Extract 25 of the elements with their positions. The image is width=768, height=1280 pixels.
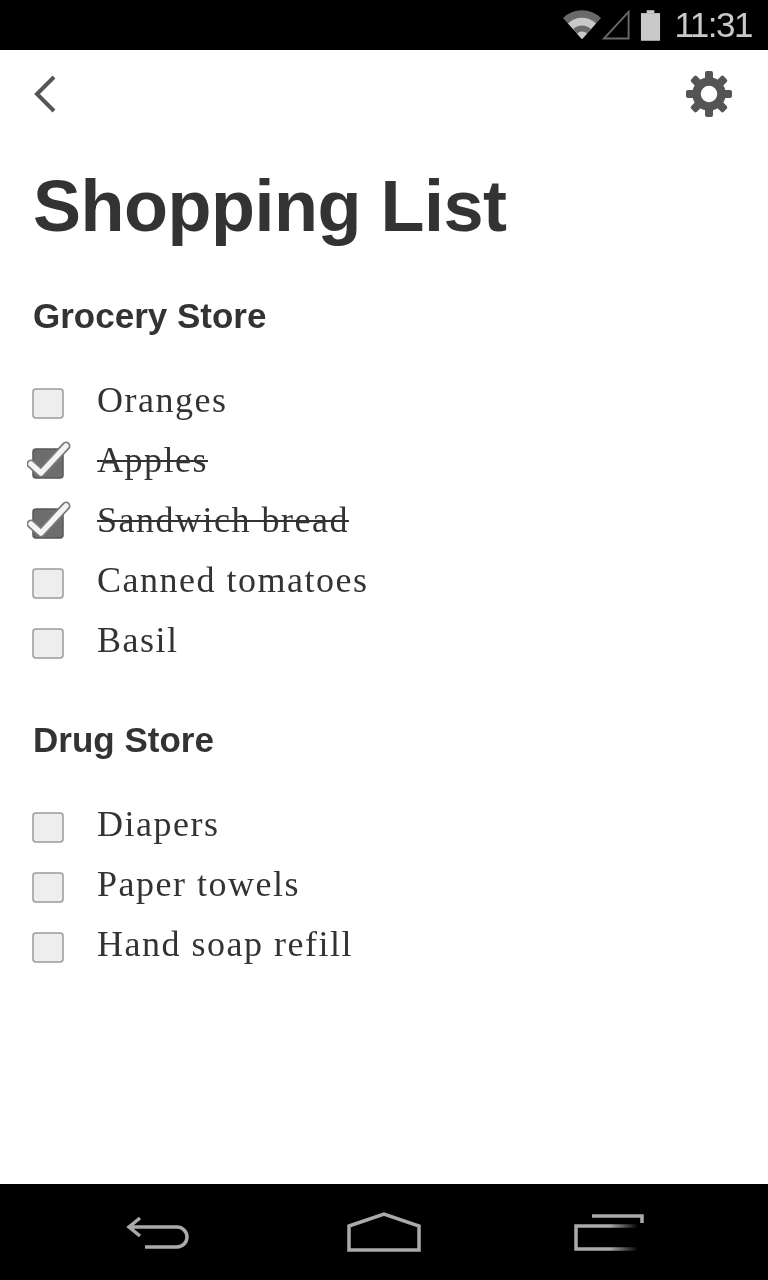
battery-icon bbox=[639, 9, 661, 41]
home-icon bbox=[347, 1212, 421, 1252]
chevron-left-icon bbox=[33, 74, 57, 114]
back-button[interactable] bbox=[33, 74, 57, 114]
checkbox[interactable] bbox=[27, 440, 71, 480]
checkbox[interactable] bbox=[27, 500, 71, 540]
settings-button[interactable] bbox=[686, 71, 732, 117]
section-heading: Drug Store bbox=[33, 719, 215, 761]
settings-icon bbox=[686, 71, 732, 117]
item-label: Sandwich bread bbox=[97, 499, 349, 541]
section-heading: Grocery Store bbox=[33, 295, 268, 337]
item-label: Canned tomatoes bbox=[97, 559, 369, 601]
signal-icon bbox=[601, 10, 630, 40]
home-nav-button[interactable] bbox=[347, 1212, 421, 1252]
item-label: Basil bbox=[97, 619, 179, 661]
item-label: Apples bbox=[97, 439, 208, 481]
item-label: Hand soap refill bbox=[97, 923, 353, 965]
page-title: Shopping List bbox=[33, 165, 508, 248]
wifi-icon bbox=[561, 10, 602, 40]
item-label: Oranges bbox=[97, 379, 228, 421]
recents-icon bbox=[574, 1213, 644, 1251]
clock-time: 11:31 bbox=[674, 5, 752, 45]
recents-nav-button[interactable] bbox=[574, 1213, 644, 1251]
item-label: Paper towels bbox=[97, 863, 300, 905]
item-label: Diapers bbox=[97, 803, 220, 845]
